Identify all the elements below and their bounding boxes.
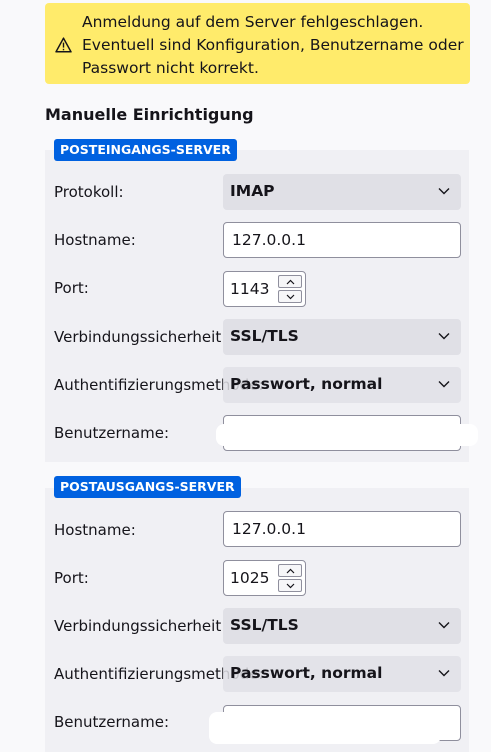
incoming-security-value: SSL/TLS bbox=[230, 327, 299, 345]
decrement-button[interactable] bbox=[278, 579, 302, 592]
outgoing-port-value: 1025 bbox=[230, 569, 270, 587]
outgoing-security-select[interactable]: SSL/TLS bbox=[223, 608, 461, 644]
incoming-server-badge: POSTEINGANGS-SERVER bbox=[54, 139, 237, 161]
incoming-security-label: Verbindungssicherheit: bbox=[54, 328, 227, 346]
chevron-down-icon bbox=[438, 670, 450, 677]
outgoing-security-value: SSL/TLS bbox=[230, 616, 299, 634]
outgoing-auth-select[interactable]: Passwort, normal bbox=[223, 656, 461, 692]
login-failed-alert: Anmeldung auf dem Server fehlgeschlagen.… bbox=[45, 3, 470, 84]
outgoing-server-badge: POSTAUSGANGS-SERVER bbox=[54, 476, 241, 498]
chevron-down-icon bbox=[438, 622, 450, 629]
chevron-down-icon bbox=[438, 333, 450, 340]
incoming-username-label: Benutzername: bbox=[54, 424, 170, 442]
chevron-down-icon bbox=[438, 381, 450, 388]
decrement-button[interactable] bbox=[278, 290, 302, 303]
outgoing-port-label: Port: bbox=[54, 569, 89, 587]
outgoing-auth-value: Passwort, normal bbox=[230, 664, 383, 682]
incoming-security-select[interactable]: SSL/TLS bbox=[223, 319, 461, 355]
incoming-port-stepper[interactable]: 1143 bbox=[223, 271, 306, 307]
chevron-down-icon bbox=[438, 188, 450, 195]
increment-button[interactable] bbox=[278, 275, 302, 288]
chevron-up-icon bbox=[286, 279, 295, 285]
manual-setup-title: Manuelle Einrichtigung bbox=[45, 105, 254, 124]
redaction-mark bbox=[216, 424, 478, 446]
chevron-down-icon bbox=[286, 583, 295, 589]
incoming-hostname-label: Hostname: bbox=[54, 231, 136, 249]
outgoing-port-stepper[interactable]: 1025 bbox=[223, 560, 306, 596]
incoming-auth-value: Passwort, normal bbox=[230, 375, 383, 393]
chevron-up-icon bbox=[286, 568, 295, 574]
chevron-down-icon bbox=[286, 294, 295, 300]
outgoing-hostname-input[interactable] bbox=[223, 511, 461, 547]
incoming-hostname-input[interactable] bbox=[223, 222, 461, 258]
alert-message: Anmeldung auf dem Server fehlgeschlagen.… bbox=[82, 13, 464, 77]
incoming-port-value: 1143 bbox=[230, 280, 270, 298]
incoming-port-label: Port: bbox=[54, 279, 89, 297]
protocol-value: IMAP bbox=[230, 182, 275, 200]
outgoing-security-label: Verbindungssicherheit: bbox=[54, 617, 227, 635]
redaction-mark bbox=[209, 712, 441, 744]
incoming-auth-select[interactable]: Passwort, normal bbox=[223, 367, 461, 403]
increment-button[interactable] bbox=[278, 564, 302, 577]
outgoing-username-label: Benutzername: bbox=[54, 713, 170, 731]
warning-icon bbox=[55, 37, 72, 53]
protocol-select[interactable]: IMAP bbox=[223, 174, 461, 210]
outgoing-hostname-label: Hostname: bbox=[54, 521, 136, 539]
protocol-label: Protokoll: bbox=[54, 183, 124, 201]
